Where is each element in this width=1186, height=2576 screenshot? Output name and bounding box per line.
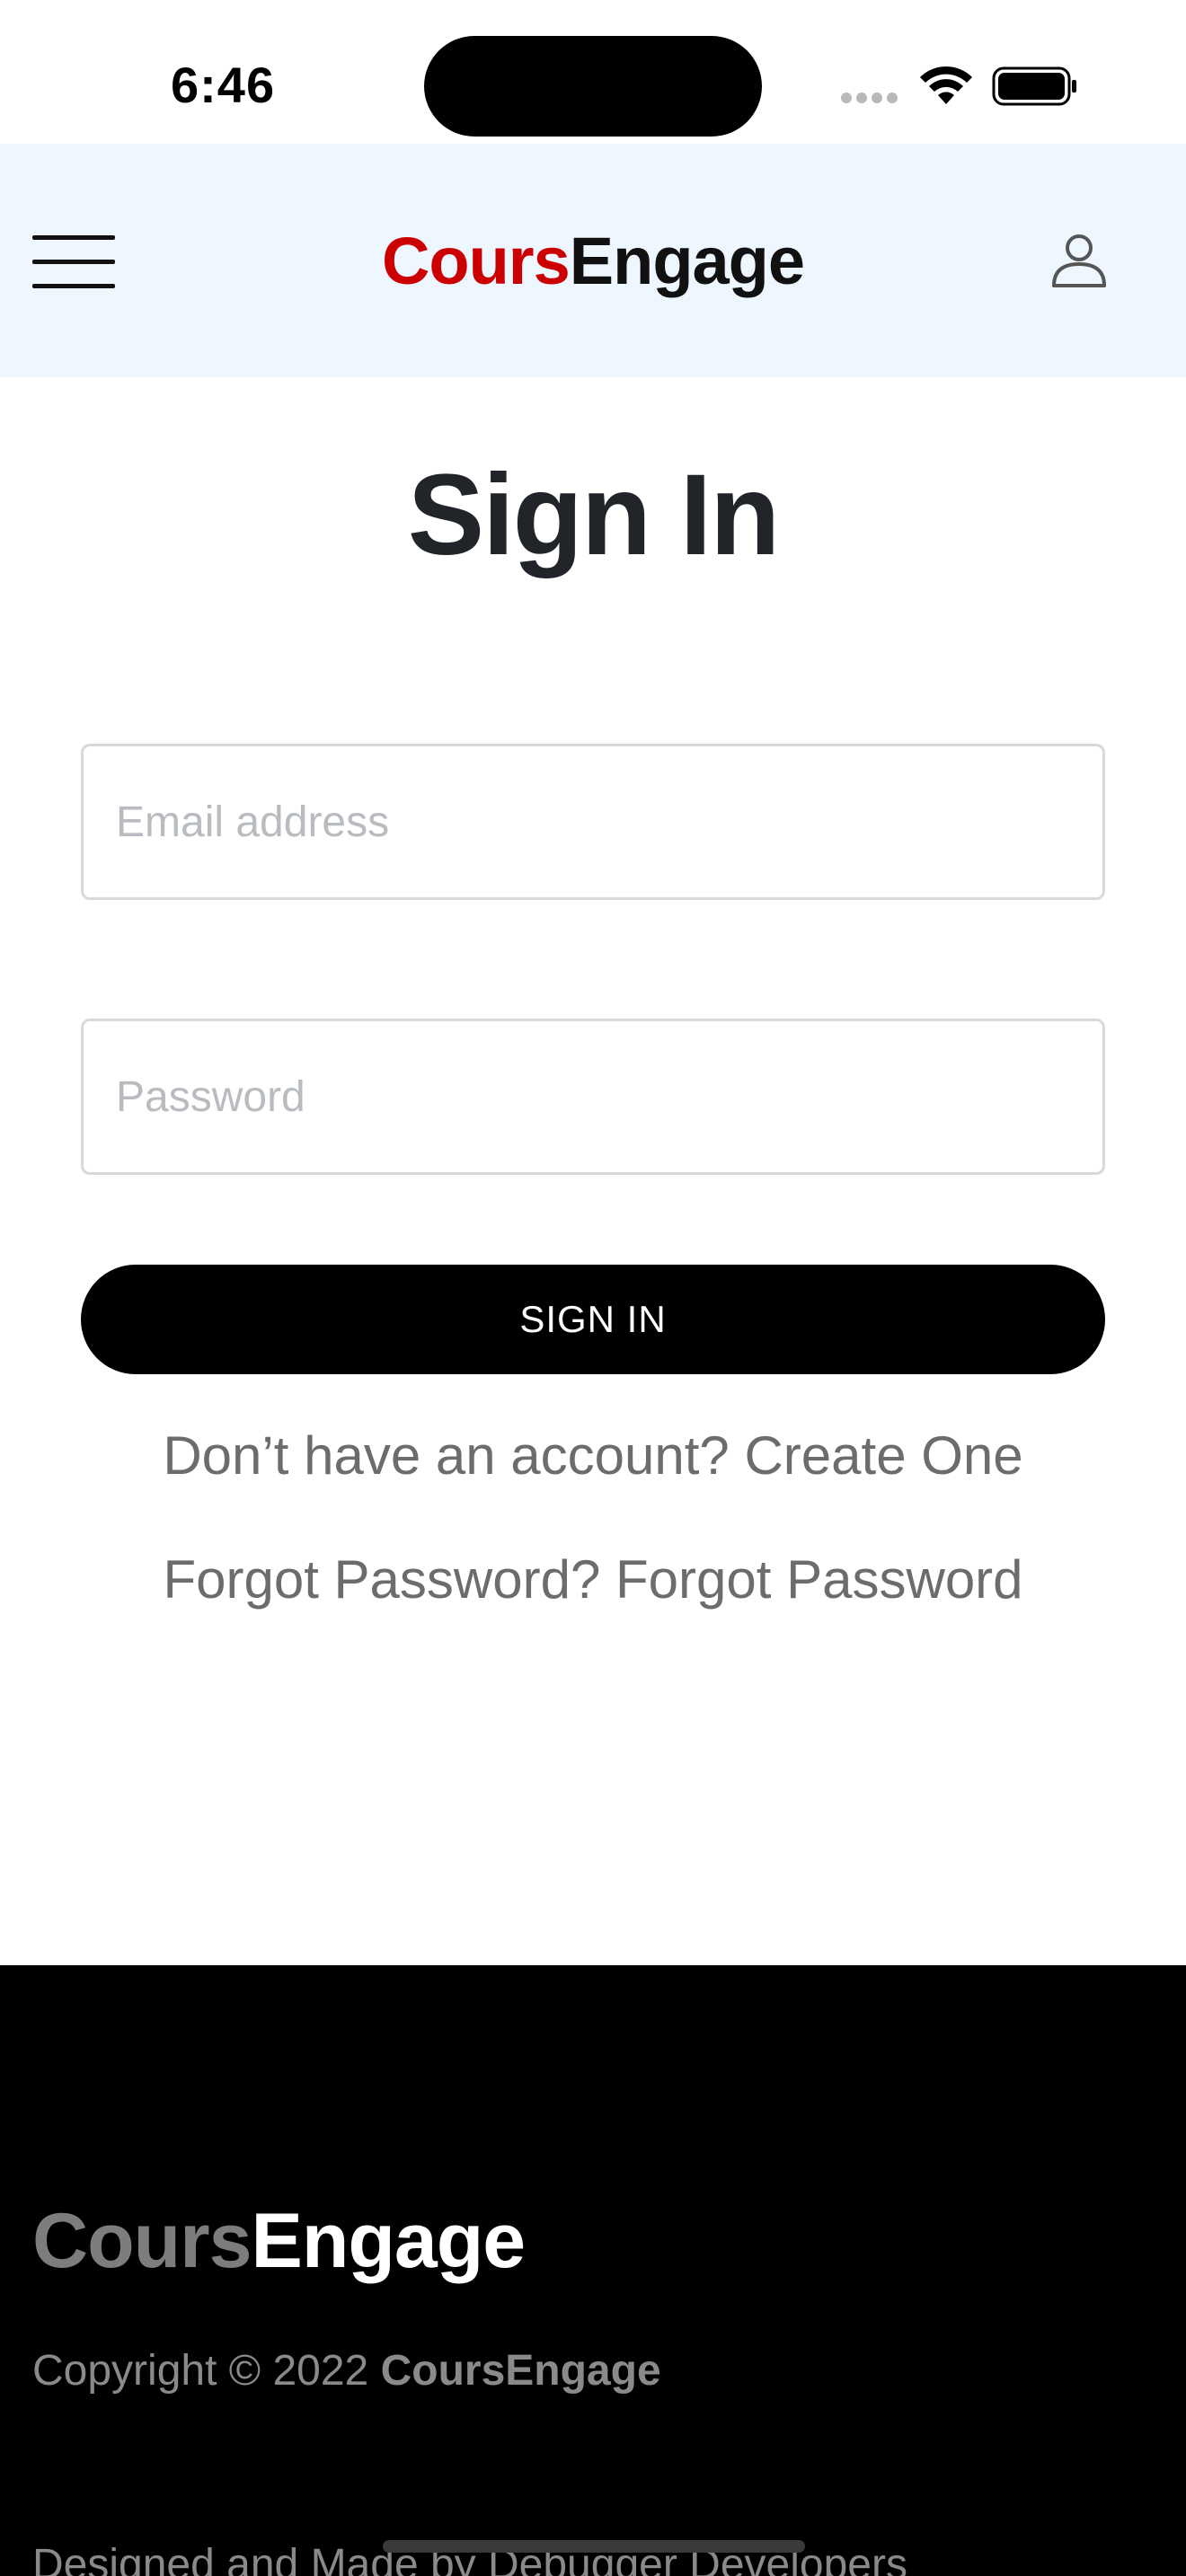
wifi-icon bbox=[920, 66, 972, 104]
copyright-text: Copyright © 2022 CoursEngage bbox=[32, 2346, 661, 2395]
create-account-link[interactable]: Create One bbox=[744, 1425, 1022, 1486]
forgot-password-line: Forgot Password? Forgot Password bbox=[0, 1548, 1186, 1610]
sign-in-button[interactable]: SIGN IN bbox=[81, 1265, 1105, 1374]
status-bar: 6:46 bbox=[0, 0, 1186, 144]
page-title: Sign In bbox=[407, 451, 781, 579]
app-header: CoursEngage bbox=[0, 144, 1186, 377]
status-time: 6:46 bbox=[171, 57, 276, 113]
forgot-prompt-text: Forgot Password? bbox=[163, 1549, 601, 1610]
footer-brand-logo[interactable]: CoursEngage bbox=[32, 2197, 526, 2286]
copyright-prefix: Copyright © 2022 bbox=[32, 2347, 369, 2395]
account-prompt-text: Don’t have an account? bbox=[163, 1425, 730, 1486]
footer-brand-part2: Engage bbox=[251, 2198, 526, 2284]
brand-logo[interactable]: CoursEngage bbox=[0, 223, 1186, 299]
password-input[interactable] bbox=[84, 1021, 1102, 1172]
email-field[interactable] bbox=[81, 744, 1105, 900]
footer-brand-part1: Cours bbox=[32, 2198, 252, 2284]
user-icon[interactable] bbox=[1049, 230, 1109, 289]
battery-icon bbox=[992, 66, 1076, 106]
brand-logo-part1: Cours bbox=[381, 224, 571, 298]
forgot-password-link[interactable]: Forgot Password bbox=[615, 1549, 1023, 1610]
home-indicator bbox=[383, 2540, 805, 2553]
dynamic-island bbox=[424, 36, 762, 137]
copyright-brand: CoursEngage bbox=[380, 2347, 661, 2395]
password-field[interactable] bbox=[81, 1019, 1105, 1175]
footer: CoursEngage Copyright © 2022 CoursEngage… bbox=[0, 1965, 1186, 2576]
brand-logo-part2: Engage bbox=[569, 224, 805, 298]
email-input[interactable] bbox=[84, 746, 1102, 897]
signal-icon bbox=[841, 92, 902, 103]
create-account-line: Don’t have an account? Create One bbox=[0, 1425, 1186, 1486]
